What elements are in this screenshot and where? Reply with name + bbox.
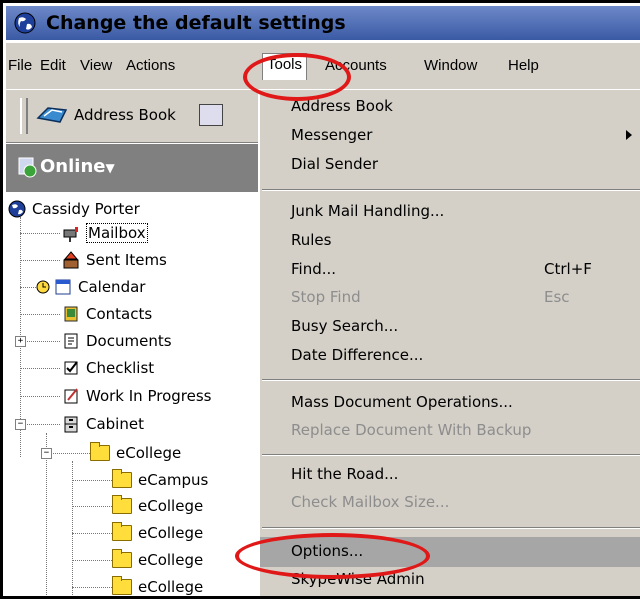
- tree-item-ecollege-1[interactable]: eCollege: [112, 494, 203, 518]
- cabinet-icon: [64, 416, 78, 433]
- tree-item-checklist[interactable]: Checklist: [62, 356, 154, 380]
- menu-item-check-mailbox-size: Check Mailbox Size...: [291, 493, 450, 511]
- tools-dropdown-menu: Address Book Messenger Dial Sender Junk …: [259, 90, 640, 596]
- toolbar: Address Book: [6, 90, 258, 143]
- menu-item-replace-document: Replace Document With Backup: [291, 421, 532, 439]
- tree-item-ecollege[interactable]: eCollege: [90, 441, 181, 465]
- sent-items-icon: [63, 251, 79, 269]
- menu-item-junk-mail[interactable]: Junk Mail Handling...: [291, 202, 444, 220]
- menu-item-busy-search[interactable]: Busy Search...: [291, 317, 398, 335]
- ecollege-collapse-toggle[interactable]: −: [41, 448, 52, 459]
- folder-icon: [112, 549, 132, 568]
- folder-icon: [112, 576, 132, 595]
- tree-item-ecollege-3[interactable]: eCollege: [112, 548, 203, 572]
- documents-icon: [64, 333, 78, 349]
- app-window: Change the default settings File Edit Vi…: [0, 0, 640, 599]
- menu-item-find[interactable]: Find...: [291, 260, 336, 278]
- work-in-progress-icon: [64, 388, 78, 404]
- tree-item-ecollege-2[interactable]: eCollege: [112, 521, 203, 545]
- menu-actions[interactable]: Actions: [126, 57, 175, 74]
- mailbox-icon: [63, 227, 78, 242]
- menu-separator: [262, 527, 640, 529]
- menu-item-dial-sender[interactable]: Dial Sender: [291, 155, 378, 173]
- contacts-icon: [64, 306, 78, 322]
- folder-tree: + − − Cassidy Porter Mailbox Sent Items …: [6, 193, 258, 596]
- menu-window[interactable]: Window: [424, 57, 477, 74]
- folder-icon: [112, 469, 132, 488]
- folder-icon: [112, 495, 132, 514]
- menu-separator: [262, 189, 640, 191]
- menu-item-date-difference[interactable]: Date Difference...: [291, 346, 423, 364]
- submenu-arrow-icon: [626, 130, 632, 140]
- menu-file[interactable]: File: [8, 57, 32, 74]
- online-icon: [18, 157, 37, 178]
- tree-root-account[interactable]: Cassidy Porter: [8, 197, 140, 221]
- address-book-label: Address Book: [74, 106, 176, 124]
- folder-icon: [90, 442, 110, 461]
- tree-item-sent-items[interactable]: Sent Items: [62, 248, 167, 272]
- cabinet-collapse-toggle[interactable]: −: [15, 419, 26, 430]
- menu-item-stop-find: Stop Find: [291, 288, 361, 306]
- menu-item-mass-document-operations[interactable]: Mass Document Operations...: [291, 393, 513, 411]
- menu-view[interactable]: View: [80, 57, 112, 74]
- find-icon[interactable]: [199, 104, 223, 126]
- documents-expand-toggle[interactable]: +: [15, 336, 26, 347]
- tools-highlight-oval: [243, 53, 351, 101]
- folder-icon: [112, 522, 132, 541]
- tree-item-ecampus[interactable]: eCampus: [112, 468, 208, 492]
- toolbar-grip[interactable]: [20, 98, 28, 134]
- checklist-icon: [64, 361, 78, 375]
- online-status-bar[interactable]: Online▼: [6, 144, 258, 192]
- tree-item-mailbox[interactable]: Mailbox: [62, 221, 148, 245]
- address-book-icon: [36, 107, 68, 123]
- window-title: Change the default settings: [46, 12, 346, 34]
- tree-item-documents[interactable]: Documents: [62, 329, 172, 353]
- online-label: Online▼: [40, 156, 115, 177]
- tree-item-work-in-progress[interactable]: Work In Progress: [62, 384, 211, 408]
- menu-item-hit-the-road[interactable]: Hit the Road...: [291, 465, 398, 483]
- tree-item-cabinet[interactable]: Cabinet: [62, 412, 144, 436]
- menu-separator: [262, 454, 640, 456]
- menu-item-messenger[interactable]: Messenger: [291, 126, 372, 144]
- tree-item-ecollege-4[interactable]: eCollege: [112, 575, 203, 596]
- calendar-icon: [55, 279, 71, 295]
- tree-root-label: Cassidy Porter: [32, 200, 140, 218]
- menu-separator: [262, 379, 640, 381]
- tree-item-contacts[interactable]: Contacts: [62, 302, 152, 326]
- menu-item-rules[interactable]: Rules: [291, 231, 331, 249]
- globe-icon: [14, 12, 36, 34]
- menu-edit[interactable]: Edit: [40, 57, 66, 74]
- options-highlight-oval: [235, 533, 430, 579]
- clock-icon: [36, 280, 50, 294]
- stop-find-shortcut: Esc: [544, 288, 570, 306]
- find-shortcut: Ctrl+F: [544, 260, 592, 278]
- title-bar: Change the default settings: [6, 6, 640, 40]
- globe-icon: [8, 200, 26, 218]
- address-book-button[interactable]: Address Book: [36, 104, 176, 126]
- tree-item-calendar[interactable]: Calendar: [36, 275, 145, 299]
- menu-help[interactable]: Help: [508, 57, 539, 74]
